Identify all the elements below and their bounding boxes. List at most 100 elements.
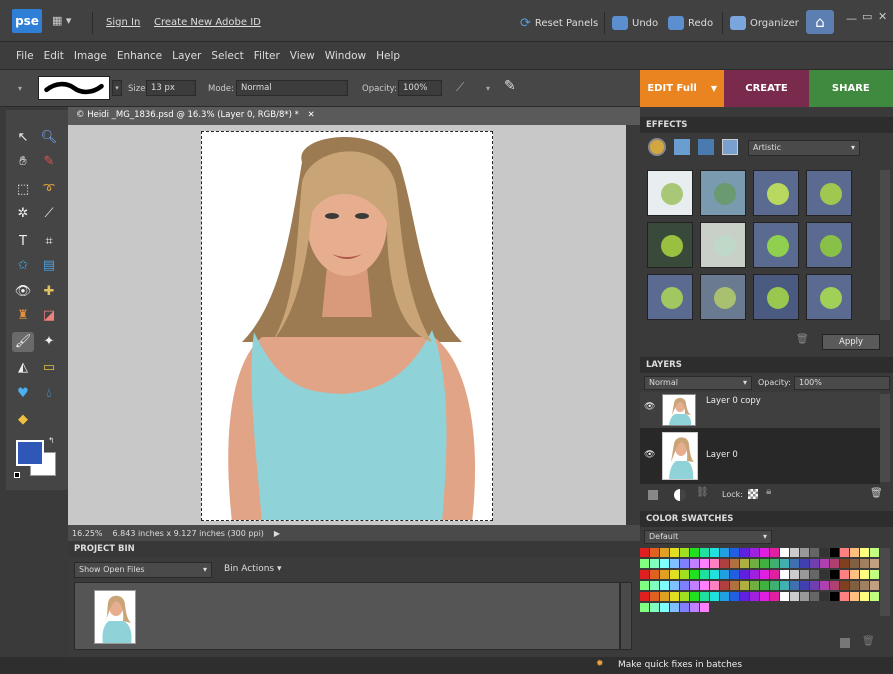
color-swatch[interactable] [710, 592, 719, 601]
menu-image[interactable]: Image [74, 50, 107, 62]
color-swatch[interactable] [790, 559, 799, 568]
color-swatch[interactable] [830, 592, 839, 601]
gradient-tool-icon[interactable]: ▭ [38, 358, 60, 378]
color-swatch[interactable] [870, 581, 879, 590]
color-swatch[interactable] [640, 570, 649, 579]
project-bin-thumbnail[interactable] [94, 590, 136, 644]
smart-brush-tool-icon[interactable]: ✦ [38, 332, 60, 352]
tip-message[interactable]: Make quick fixes in batches [618, 660, 742, 670]
color-swatch[interactable] [840, 559, 849, 568]
color-swatch[interactable] [690, 570, 699, 579]
color-swatch[interactable] [800, 592, 809, 601]
eraser-tool-icon[interactable]: ◪ [38, 306, 60, 326]
default-colors-icon[interactable] [14, 472, 20, 478]
close-icon[interactable]: ✕ [878, 10, 887, 23]
type-tool-icon[interactable]: T [12, 232, 34, 252]
color-swatch[interactable] [690, 581, 699, 590]
color-swatch[interactable] [660, 603, 669, 612]
color-swatch[interactable] [660, 570, 669, 579]
color-swatch[interactable] [680, 603, 689, 612]
color-swatch[interactable] [840, 548, 849, 557]
canvas-vertical-scrollbar[interactable] [626, 125, 640, 525]
reset-panels-button[interactable]: ⟳ Reset Panels [520, 14, 598, 32]
color-swatch[interactable] [690, 603, 699, 612]
color-swatch[interactable] [640, 548, 649, 557]
move-tool-icon[interactable]: ↖ [12, 128, 34, 148]
effect-thumbnail[interactable] [700, 274, 746, 320]
apply-effect-button[interactable]: Apply [822, 334, 880, 350]
tablet-options-icon[interactable]: ✎ [504, 78, 516, 94]
color-swatch[interactable] [690, 559, 699, 568]
color-swatch[interactable] [770, 559, 779, 568]
effect-thumbnail[interactable] [806, 274, 852, 320]
swap-colors-icon[interactable]: ↰ [48, 436, 55, 445]
menu-help[interactable]: Help [376, 50, 400, 62]
lock-icon[interactable]: 🔒︎ [766, 486, 771, 497]
color-swatch[interactable] [650, 570, 659, 579]
color-swatch[interactable] [700, 559, 709, 568]
color-swatch[interactable] [700, 603, 709, 612]
effect-thumbnail[interactable] [700, 170, 746, 216]
color-swatch[interactable] [830, 559, 839, 568]
color-swatch[interactable] [760, 581, 769, 590]
effect-thumbnail[interactable] [753, 274, 799, 320]
color-swatch[interactable] [680, 592, 689, 601]
effect-thumbnail[interactable] [647, 222, 693, 268]
color-swatch[interactable] [820, 559, 829, 568]
color-swatch[interactable] [780, 559, 789, 568]
zoom-tool-icon[interactable]: 🔍︎ [38, 128, 60, 148]
menu-layer[interactable]: Layer [172, 50, 201, 62]
color-swatch[interactable] [650, 603, 659, 612]
maximize-icon[interactable]: ▭ [862, 10, 872, 23]
color-swatch[interactable] [740, 548, 749, 557]
color-swatch[interactable] [650, 559, 659, 568]
healing-brush-tool-icon[interactable]: ✚ [38, 282, 60, 302]
blur-tool-icon[interactable]: 💧︎ [38, 384, 60, 404]
effect-thumbnail[interactable] [700, 222, 746, 268]
effect-thumbnail[interactable] [806, 170, 852, 216]
color-swatch[interactable] [860, 570, 869, 579]
clone-stamp-tool-icon[interactable]: ♜ [12, 306, 34, 326]
color-swatch[interactable] [790, 570, 799, 579]
color-swatch[interactable] [840, 581, 849, 590]
color-swatch[interactable] [640, 559, 649, 568]
color-swatch[interactable] [850, 592, 859, 601]
color-swatch[interactable] [720, 559, 729, 568]
layer-row-layer-0-copy[interactable]: 👁︎ Layer 0 copy [640, 392, 880, 428]
blend-mode-dropdown[interactable]: Normal ▾ [644, 376, 752, 390]
delete-layer-icon[interactable]: 🗑︎ [870, 488, 883, 499]
color-swatch[interactable] [750, 559, 759, 568]
marquee-tool-icon[interactable]: ⬚ [12, 180, 34, 200]
layout-menu-button[interactable]: ▦ ▾ [52, 14, 82, 30]
color-swatch[interactable] [780, 581, 789, 590]
color-swatch[interactable] [810, 570, 819, 579]
color-swatch[interactable] [730, 559, 739, 568]
color-swatch[interactable] [660, 548, 669, 557]
document-canvas[interactable] [201, 131, 493, 521]
mode-dropdown[interactable]: Normal [236, 80, 348, 96]
color-swatch[interactable] [740, 559, 749, 568]
tool-preset-dropdown[interactable]: ▾ [18, 84, 22, 93]
color-swatch[interactable] [680, 548, 689, 557]
color-swatch[interactable] [710, 570, 719, 579]
color-swatch[interactable] [870, 548, 879, 557]
trash-icon[interactable]: 🗑︎ [796, 334, 809, 345]
color-swatch[interactable] [680, 559, 689, 568]
color-swatch[interactable] [740, 592, 749, 601]
color-swatch[interactable] [700, 570, 709, 579]
color-swatch[interactable] [670, 592, 679, 601]
color-swatch[interactable] [750, 570, 759, 579]
color-swatch[interactable] [790, 581, 799, 590]
color-swatch[interactable] [780, 592, 789, 601]
color-swatch[interactable] [800, 570, 809, 579]
lasso-tool-icon[interactable]: ➰︎ [38, 180, 60, 200]
close-document-icon[interactable]: ✕ [308, 110, 315, 120]
color-swatch[interactable] [650, 592, 659, 601]
selection-brush-tool-icon[interactable]: ⟋ [38, 204, 60, 224]
menu-enhance[interactable]: Enhance [117, 50, 162, 62]
sponge-tool-icon[interactable]: ◆ [12, 410, 34, 430]
color-swatch[interactable] [760, 548, 769, 557]
color-swatch[interactable] [720, 548, 729, 557]
tab-share[interactable]: SHARE [808, 70, 893, 107]
organizer-button[interactable]: Organizer [730, 14, 799, 32]
